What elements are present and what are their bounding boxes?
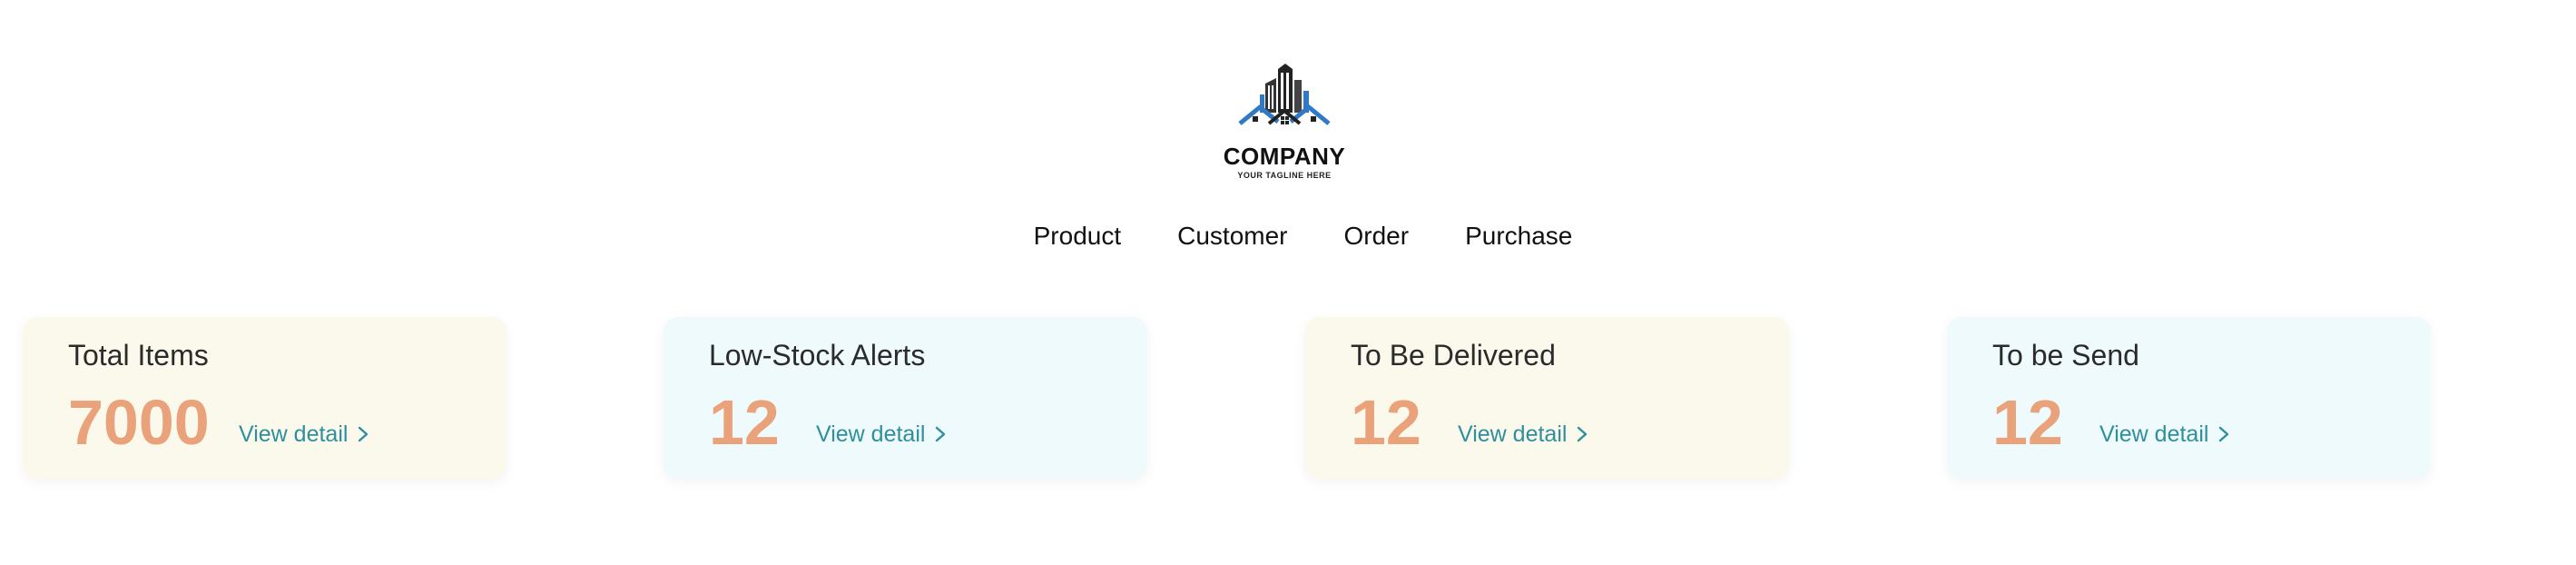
- nav-item-purchase[interactable]: Purchase: [1465, 218, 1572, 254]
- chevron-right-icon: [2219, 426, 2229, 442]
- card-value: 7000: [68, 387, 210, 458]
- main-nav: Product Customer Order Purchase: [0, 218, 2576, 254]
- view-detail-label: View detail: [239, 421, 349, 447]
- chevron-right-icon: [1578, 426, 1588, 442]
- view-detail-link[interactable]: View detail: [816, 421, 947, 448]
- logo-company-name: COMPANY: [1223, 143, 1346, 170]
- nav-item-product[interactable]: Product: [1034, 218, 1122, 254]
- view-detail-label: View detail: [816, 421, 926, 447]
- chevron-right-icon: [936, 426, 946, 442]
- card-title: To Be Delivered: [1351, 339, 1556, 372]
- stat-card-to-be-send: To be Send 12 View detail: [1947, 317, 2431, 479]
- view-detail-link[interactable]: View detail: [1458, 421, 1588, 448]
- stat-card-to-be-delivered: To Be Delivered 12 View detail: [1305, 317, 1789, 479]
- view-detail-label: View detail: [1458, 421, 1568, 447]
- card-title: Total Items: [68, 339, 209, 372]
- dashboard-page: COMPANY YOUR TAGLINE HERE Product Custom…: [0, 0, 2576, 565]
- view-detail-link[interactable]: View detail: [2099, 421, 2230, 448]
- stat-card-low-stock-alerts: Low-Stock Alerts 12 View detail: [664, 317, 1147, 479]
- card-value: 12: [709, 387, 780, 458]
- building-logo-icon: [1238, 64, 1331, 125]
- company-logo[interactable]: COMPANY YOUR TAGLINE HERE: [1216, 56, 1352, 183]
- nav-item-customer[interactable]: Customer: [1177, 218, 1287, 254]
- view-detail-link[interactable]: View detail: [239, 421, 369, 448]
- card-value: 12: [1992, 387, 2063, 458]
- card-value: 12: [1351, 387, 1421, 458]
- chevron-right-icon: [359, 426, 369, 442]
- card-title: Low-Stock Alerts: [709, 339, 926, 372]
- nav-item-order[interactable]: Order: [1344, 218, 1410, 254]
- main-nav-items: Product Customer Order Purchase: [1034, 218, 1573, 254]
- card-title: To be Send: [1992, 339, 2139, 372]
- logo-tagline: YOUR TAGLINE HERE: [1237, 171, 1332, 180]
- stat-card-total-items: Total Items 7000 View detail: [23, 317, 506, 479]
- view-detail-label: View detail: [2099, 421, 2209, 447]
